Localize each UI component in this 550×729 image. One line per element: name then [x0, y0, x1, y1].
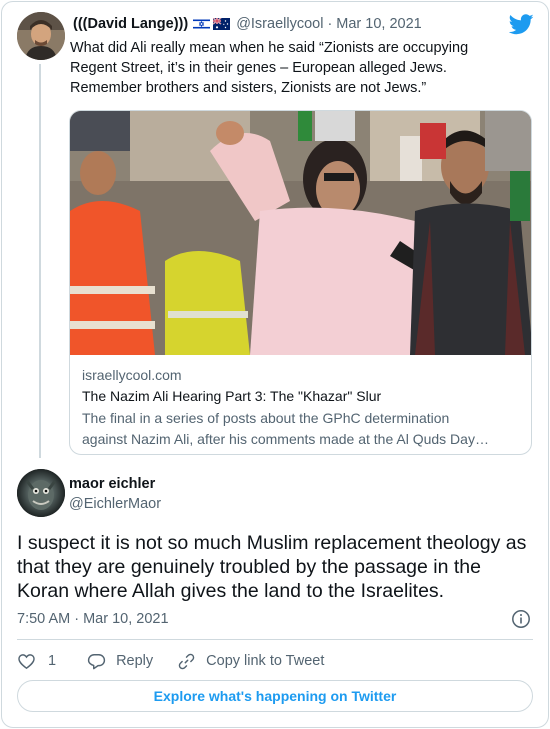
- link-description-line: The final in a series of posts about the…: [82, 410, 450, 426]
- link-preview-card[interactable]: israellycool.com The Nazim Ali Hearing P…: [69, 110, 532, 455]
- author-name[interactable]: maor eichler: [69, 476, 155, 492]
- copy-link-button[interactable]: Copy link to Tweet: [177, 652, 324, 671]
- like-button[interactable]: 1: [17, 652, 56, 671]
- like-count: 1: [48, 653, 57, 669]
- link-preview-image: [70, 111, 531, 355]
- reply-icon: [87, 653, 106, 669]
- quoted-tweet-date[interactable]: Mar 10, 2021: [336, 16, 421, 32]
- tweet-timestamp[interactable]: 7:50 AM · Mar 10, 2021: [17, 611, 169, 627]
- info-icon[interactable]: [511, 609, 531, 629]
- link-icon: [178, 653, 195, 669]
- twitter-bird-icon[interactable]: [509, 14, 534, 35]
- heart-icon: [18, 653, 35, 669]
- author-handle[interactable]: @EichlerMaor: [69, 496, 161, 512]
- reply-label: Reply: [116, 653, 154, 669]
- quoted-tweet-header: (((David Lange))) @Israellycool · Mar 10…: [73, 16, 422, 32]
- quoted-tweet-text: What did Ali really mean when he said “Z…: [70, 40, 469, 96]
- link-description-line: against Nazim Ali, after his comments ma…: [82, 431, 489, 447]
- quoted-author-handle[interactable]: @Israellycool: [236, 16, 323, 32]
- reply-button[interactable]: Reply: [87, 652, 153, 671]
- thread-line: [39, 64, 41, 458]
- israel-flag-icon: [193, 18, 211, 30]
- copy-link-label: Copy link to Tweet: [206, 653, 325, 669]
- link-domain: israellycool.com: [82, 367, 182, 383]
- tweet-text: I suspect it is not so much Muslim repla…: [17, 532, 527, 602]
- flags: [193, 18, 231, 30]
- quoted-author-avatar[interactable]: [17, 12, 65, 60]
- separator-dot: ·: [327, 16, 333, 32]
- quoted-author-name[interactable]: (((David Lange))): [73, 16, 188, 32]
- link-title: The Nazim Ali Hearing Part 3: The "Khaza…: [82, 388, 382, 404]
- explore-twitter-button[interactable]: Explore what's happening on Twitter: [17, 680, 533, 712]
- divider: [17, 639, 533, 640]
- australia-flag-icon: [213, 18, 231, 30]
- author-avatar[interactable]: [17, 469, 65, 517]
- tweet-actions: 1 Reply Copy link to Tweet: [17, 650, 324, 672]
- link-description: The final in a series of posts about the…: [82, 408, 522, 450]
